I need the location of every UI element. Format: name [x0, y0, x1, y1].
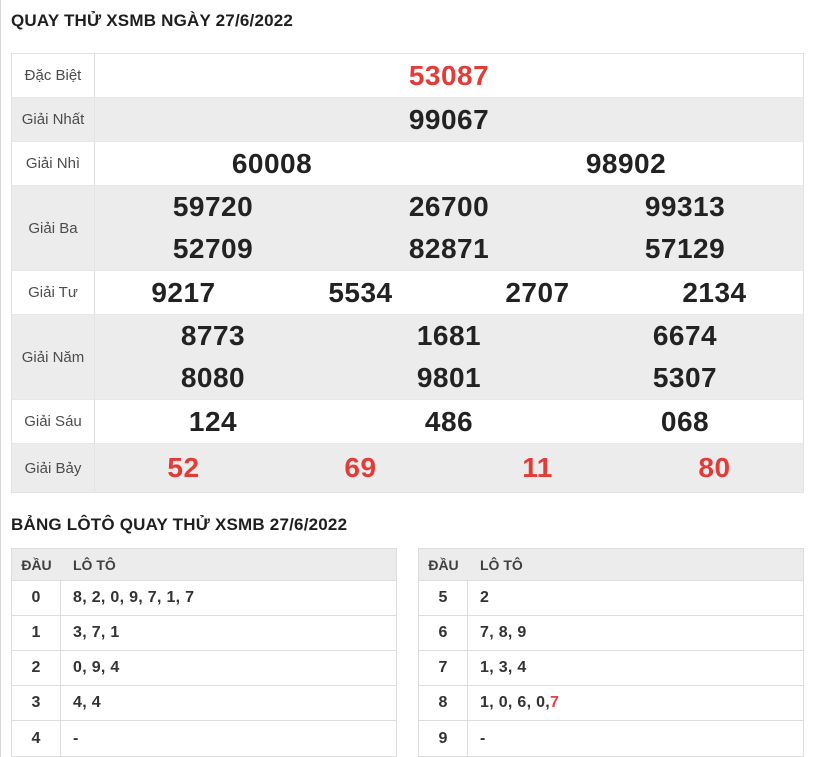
prize-row-dac-biet: Đặc Biệt 53087: [12, 54, 803, 98]
results-table: Đặc Biệt 53087 Giải Nhất 99067 Giải Nhì …: [11, 53, 804, 493]
loto-table-header: ĐẦU LÔ TÔ: [12, 549, 396, 581]
loto-row: 8 1, 0, 6, 0, 7: [419, 686, 803, 721]
prize-number: 82871: [408, 233, 490, 264]
prize-number: 8773: [180, 320, 246, 351]
prize-number: 99067: [408, 103, 490, 135]
prize-number: 5534: [328, 276, 393, 308]
prize-row-giai-nhat: Giải Nhất 99067: [12, 98, 803, 142]
prize-number: 99313: [644, 191, 726, 222]
prize-number: 60008: [231, 147, 313, 179]
loto-row: 7 1, 3, 4: [419, 651, 803, 686]
prize-number: 2707: [505, 276, 570, 308]
loto-values: -: [480, 729, 486, 747]
loto-dau: 9: [419, 721, 468, 756]
loto-row: 4 -: [12, 721, 396, 756]
prize-number: 486: [424, 405, 474, 437]
prize-row-giai-bay: Giải Bảy 52 69 11 80: [12, 444, 803, 492]
loto-values: 7, 8, 9: [480, 624, 527, 641]
prize-number: 80: [698, 452, 731, 483]
prize-number: 11: [522, 452, 553, 483]
loto-values: 1, 0, 6, 0,: [480, 694, 551, 711]
loto-row: 3 4, 4: [12, 686, 396, 721]
prize-number: 52709: [172, 233, 254, 264]
prize-number: 124: [188, 405, 238, 437]
loto-values: 4, 4: [73, 694, 101, 711]
prize-number: 2134: [682, 276, 747, 308]
page-title: QUAY THỬ XSMB NGÀY 27/6/2022: [11, 11, 294, 30]
prize-number: 98902: [585, 147, 667, 179]
loto-values: 8, 2, 0, 9, 7, 1, 7: [73, 589, 195, 606]
page: QUAY THỬ XSMB NGÀY 27/6/2022 Đặc Biệt 53…: [0, 0, 817, 757]
loto-table-header: ĐẦU LÔ TÔ: [419, 549, 803, 581]
loto-header-dau: ĐẦU: [428, 556, 459, 573]
loto-section-title: BẢNG LÔTÔ QUAY THỬ XSMB 27/6/2022: [11, 515, 348, 534]
loto-row: 6 7, 8, 9: [419, 616, 803, 651]
loto-dau: 0: [12, 581, 61, 615]
prize-row-giai-nam: Giải Năm 8773 1681 6674 8080 9801 5307: [12, 315, 803, 400]
loto-values: 1, 3, 4: [480, 659, 527, 676]
loto-dau: 3: [12, 686, 61, 720]
loto-value-highlighted: 7: [550, 694, 560, 711]
loto-row: 5 2: [419, 581, 803, 616]
prize-number: 9217: [151, 276, 216, 308]
prize-label: Đặc Biệt: [12, 54, 95, 97]
prize-label: Giải Sáu: [12, 400, 95, 443]
prize-label: Giải Bảy: [12, 444, 95, 492]
loto-row: 1 3, 7, 1: [12, 616, 396, 651]
loto-values: 0, 9, 4: [73, 659, 120, 676]
loto-dau: 4: [12, 721, 61, 756]
loto-values: -: [73, 729, 79, 747]
loto-header-loto: LÔ TÔ: [73, 556, 116, 573]
prize-label: Giải Năm: [12, 315, 95, 399]
prize-label: Giải Tư: [12, 271, 95, 314]
prize-number: 8080: [180, 362, 246, 393]
prize-label: Giải Nhì: [12, 142, 95, 185]
prize-number: 53087: [408, 59, 490, 91]
prize-row-giai-tu: Giải Tư 9217 5534 2707 2134: [12, 271, 803, 315]
prize-number: 9801: [416, 362, 482, 393]
loto-dau: 8: [419, 686, 468, 720]
loto-header-loto: LÔ TÔ: [480, 556, 523, 573]
prize-number: 52: [167, 452, 200, 483]
loto-table-left: ĐẦU LÔ TÔ 0 8, 2, 0, 9, 7, 1, 7 1 3, 7, …: [11, 548, 397, 757]
loto-row: 2 0, 9, 4: [12, 651, 396, 686]
prize-row-giai-nhi: Giải Nhì 60008 98902: [12, 142, 803, 186]
prize-number: 5307: [652, 362, 718, 393]
loto-dau: 1: [12, 616, 61, 650]
loto-values: 2: [480, 589, 490, 606]
prize-label: Giải Ba: [12, 186, 95, 270]
prize-number: 068: [660, 405, 710, 437]
loto-table-right: ĐẦU LÔ TÔ 5 2 6 7, 8, 9 7 1, 3, 4 8 1, 0…: [418, 548, 804, 757]
loto-header-dau: ĐẦU: [21, 556, 52, 573]
loto-dau: 6: [419, 616, 468, 650]
prize-number: 59720: [172, 191, 254, 222]
loto-values: 3, 7, 1: [73, 624, 120, 641]
loto-tables: ĐẦU LÔ TÔ 0 8, 2, 0, 9, 7, 1, 7 1 3, 7, …: [11, 548, 804, 757]
prize-number: 57129: [644, 233, 726, 264]
loto-dau: 2: [12, 651, 61, 685]
loto-dau: 7: [419, 651, 468, 685]
prize-label: Giải Nhất: [12, 98, 95, 141]
prize-row-giai-ba: Giải Ba 59720 26700 99313 52709 82871 57…: [12, 186, 803, 271]
loto-row: 0 8, 2, 0, 9, 7, 1, 7: [12, 581, 396, 616]
prize-number: 26700: [408, 191, 490, 222]
loto-row: 9 -: [419, 721, 803, 756]
prize-row-giai-sau: Giải Sáu 124 486 068: [12, 400, 803, 444]
prize-number: 6674: [652, 320, 718, 351]
loto-dau: 5: [419, 581, 468, 615]
prize-number: 69: [344, 452, 377, 483]
prize-number: 1681: [416, 320, 482, 351]
